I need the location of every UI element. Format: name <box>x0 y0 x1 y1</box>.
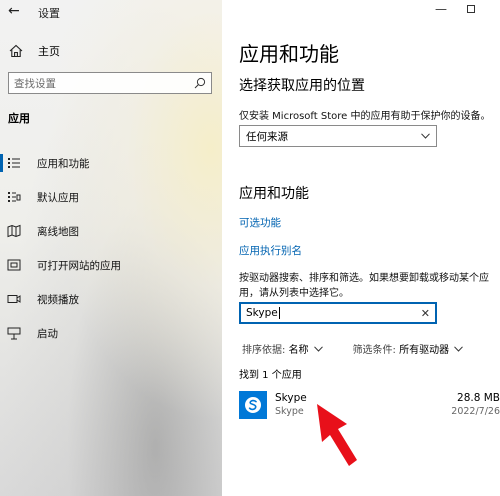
apps-features-heading: 应用和功能 <box>239 186 309 202</box>
app-size: 28.8 MB <box>457 392 500 404</box>
skype-icon <box>239 391 267 419</box>
video-playback-icon <box>7 295 21 303</box>
sort-dropdown[interactable]: 排序依据: 名称 <box>242 341 309 356</box>
startup-icon <box>7 327 21 340</box>
sidebar-item-label: 可打开网站的应用 <box>37 259 121 272</box>
sidebar-item-apps-features[interactable]: 应用和功能 <box>0 146 222 180</box>
sidebar-item-label: 离线地图 <box>37 225 79 238</box>
maximize-icon[interactable] <box>467 5 475 13</box>
window-title: 设置 <box>38 7 60 20</box>
install-source-dropdown[interactable]: 任何来源 <box>239 125 437 147</box>
settings-search-input[interactable]: 查找设置 <box>8 72 212 94</box>
sidebar-section-title: 应用 <box>8 112 30 125</box>
clear-search-icon[interactable]: ✕ <box>421 307 430 320</box>
text-caret <box>278 307 280 319</box>
sidebar-item-startup[interactable]: 启动 <box>0 316 222 350</box>
offline-maps-icon <box>7 224 21 238</box>
minimize-icon[interactable]: — <box>435 2 447 16</box>
app-name: Skype <box>275 392 307 404</box>
sidebar-item-label: 默认应用 <box>37 191 79 204</box>
home-icon <box>9 44 23 58</box>
results-count: 找到 1 个应用 <box>239 370 302 381</box>
apps-features-icon <box>8 158 20 168</box>
sort-label: 排序依据: <box>242 345 286 356</box>
default-apps-icon <box>8 192 21 202</box>
back-arrow-icon[interactable]: ← <box>8 3 20 19</box>
app-publisher: Skype <box>275 406 304 417</box>
sort-value: 名称 <box>288 345 309 356</box>
search-placeholder: 查找设置 <box>14 77 56 90</box>
sidebar-nav: 应用和功能 默认应用 离线地图 可打开网站的应用 视频播放 启动 <box>0 146 222 350</box>
app-install-date: 2022/7/26 <box>451 406 500 417</box>
search-icon <box>194 77 206 89</box>
sidebar-item-apps-for-websites[interactable]: 可打开网站的应用 <box>0 248 222 282</box>
optional-features-link[interactable]: 可选功能 <box>239 215 281 230</box>
sidebar-item-label: 应用和功能 <box>37 157 90 170</box>
sidebar-item-home[interactable]: 主页 <box>8 42 60 60</box>
chevron-down-icon <box>313 345 323 352</box>
main-content: — 应用和功能 选择获取应用的位置 仅安装 Microsoft Store 中的… <box>222 0 500 496</box>
apps-for-websites-icon <box>7 259 21 271</box>
sort-filter-row: 排序依据: 名称 筛选条件: 所有驱动器 <box>242 341 463 356</box>
red-arrow-pointer-icon <box>317 404 357 466</box>
drive-filter-dropdown[interactable]: 筛选条件: 所有驱动器 <box>353 341 450 356</box>
sidebar: ← 设置 主页 查找设置 应用 应用和功能 默认应用 离线地图 可打开网站的应用… <box>0 0 222 496</box>
drive-filter-value: 所有驱动器 <box>399 345 450 356</box>
title-bar: ← 设置 <box>0 0 222 24</box>
app-list-item[interactable]: Skype Skype 28.8 MB 2022/7/26 <box>239 390 500 422</box>
chevron-down-icon <box>421 133 430 139</box>
sidebar-item-offline-maps[interactable]: 离线地图 <box>0 214 222 248</box>
drive-filter-label: 筛选条件: <box>352 345 396 356</box>
search-sort-filter-description: 按驱动器搜索、排序和筛选。如果想要卸载或移动某个应用，请从列表中选择它。 <box>239 273 489 299</box>
chevron-down-icon <box>454 345 463 352</box>
sidebar-item-label: 启动 <box>37 327 58 340</box>
app-execution-aliases-link[interactable]: 应用执行别名 <box>239 243 302 258</box>
sidebar-item-video-playback[interactable]: 视频播放 <box>0 282 222 316</box>
sidebar-item-default-apps[interactable]: 默认应用 <box>0 180 222 214</box>
install-source-value: 任何来源 <box>246 130 288 143</box>
page-title: 应用和功能 <box>239 42 339 66</box>
app-search-input[interactable]: Skype ✕ <box>239 302 437 324</box>
app-search-value: Skype <box>246 307 278 319</box>
install-location-description: 仅安装 Microsoft Store 中的应用有助于保护你的设备。 <box>239 111 491 122</box>
install-location-heading: 选择获取应用的位置 <box>239 78 365 94</box>
home-label: 主页 <box>38 45 60 58</box>
sidebar-item-label: 视频播放 <box>37 293 79 306</box>
